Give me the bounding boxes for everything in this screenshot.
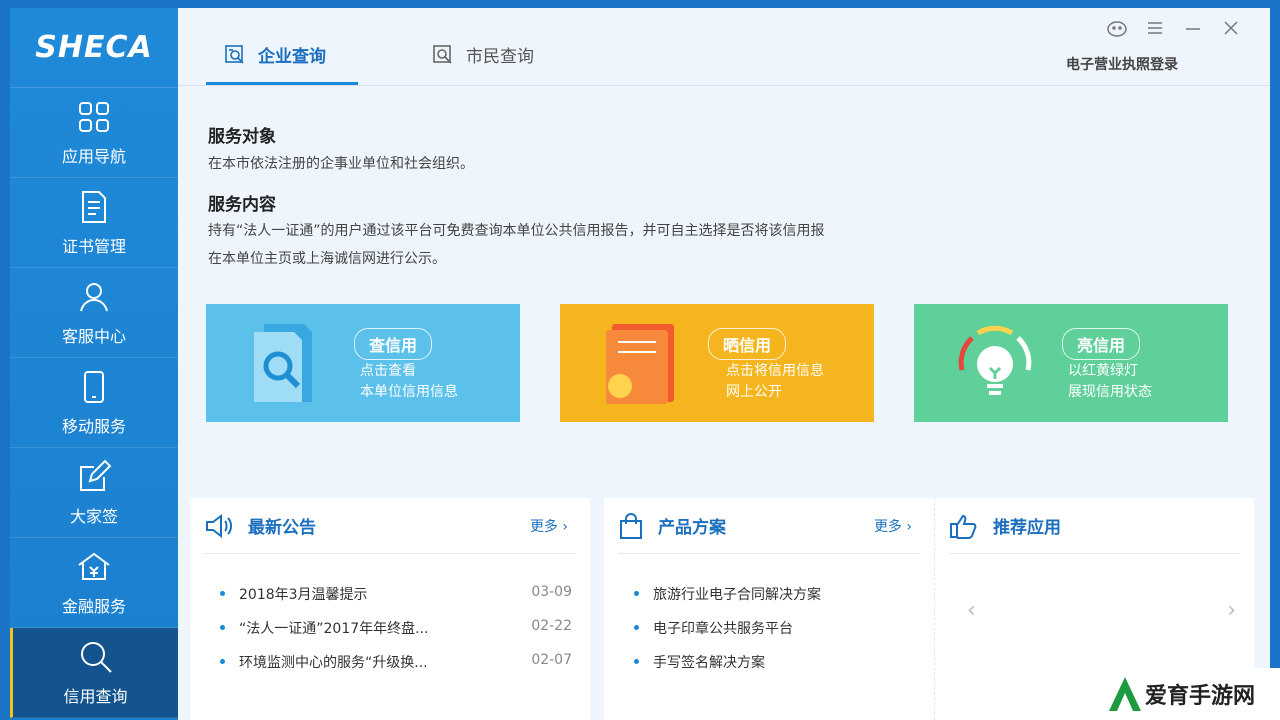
- list-item[interactable]: 电子印章公共服务平台: [634, 618, 916, 638]
- user-icon: [80, 282, 108, 311]
- speaker-icon: [206, 513, 232, 538]
- sidebar-item-label: 客服中心: [61, 326, 126, 346]
- app-window: SHECA 应用导航 证书管理 客服中心 移动服务 大家签 金融服务 信用查询: [10, 8, 1270, 720]
- window-controls: [1098, 20, 1250, 40]
- top-tab-bar: 企业查询 市民查询 电子营业执照登录: [178, 8, 1270, 86]
- search-icon: [80, 641, 112, 673]
- carousel-prev-icon[interactable]: ‹: [967, 598, 976, 623]
- sidebar-item-label: 信用查询: [63, 686, 128, 706]
- announcements-panel: 最新公告 更多 › 2018年3月温馨提示 03-09 “法人一证通”2017年年…: [190, 498, 590, 720]
- list-item[interactable]: 旅游行业电子合同解决方案: [634, 584, 916, 604]
- card-desc: 点击将信用信息: [726, 363, 824, 379]
- list-item[interactable]: “法人一证通”2017年年终盘... 02-22: [220, 618, 572, 638]
- active-tab-indicator: [206, 82, 358, 85]
- list-item[interactable]: 2018年3月温馨提示 03-09: [220, 584, 572, 604]
- bank-icon: [78, 552, 110, 580]
- card-desc: 本单位信用信息: [360, 384, 458, 400]
- card-check-credit[interactable]: 查信用 点击查看 本单位信用信息: [206, 304, 520, 422]
- notebook-sun-icon: [606, 324, 674, 404]
- card-light-credit[interactable]: 亮信用 以红黄绿灯 展现信用状态: [914, 304, 1228, 422]
- enterprise-search-icon: [225, 44, 244, 64]
- sidebar-item-sign[interactable]: 大家签: [10, 448, 178, 538]
- products-more-link[interactable]: 更多 ›: [874, 516, 912, 536]
- sidebar-item-service-center[interactable]: 客服中心: [10, 268, 178, 358]
- service-content-title: 服务内容: [208, 195, 276, 215]
- announcements-more-link[interactable]: 更多 ›: [530, 516, 568, 536]
- card-desc: 点击查看: [360, 363, 416, 379]
- service-target-title: 服务对象: [208, 127, 276, 147]
- document-search-icon: [254, 324, 312, 402]
- sidebar-item-cert-manage[interactable]: 证书管理: [10, 178, 178, 268]
- watermark-logo: 爱育手游网: [1080, 668, 1280, 720]
- card-title: 亮信用: [1062, 328, 1141, 360]
- sidebar-item-label: 移动服务: [61, 416, 126, 436]
- card-desc: 以红黄绿灯: [1068, 363, 1138, 379]
- products-panel: 产品方案 更多 › 旅游行业电子合同解决方案 电子印章公共服务平台 手写签名解决…: [604, 498, 934, 720]
- sidebar-item-finance[interactable]: 金融服务: [10, 538, 178, 628]
- card-title: 查信用: [354, 328, 433, 360]
- lightbulb-icon: [958, 325, 1032, 395]
- phone-icon: [84, 370, 104, 403]
- document-icon: [82, 190, 106, 223]
- main-content: 企业查询 市民查询 电子营业执照登录 服务对象 在本市依法注册的企事业单位和社会…: [178, 8, 1270, 720]
- edit-icon: [80, 459, 112, 491]
- watermark-a-icon: [1108, 677, 1141, 711]
- minimize-icon[interactable]: [1174, 20, 1212, 40]
- card-desc: 网上公开: [726, 384, 782, 400]
- panel-header: 产品方案 更多 ›: [618, 498, 920, 554]
- feedback-icon[interactable]: [1098, 20, 1136, 40]
- sidebar: SHECA 应用导航 证书管理 客服中心 移动服务 大家签 金融服务 信用查询: [10, 8, 178, 720]
- close-icon[interactable]: [1212, 20, 1250, 40]
- announcements-title: 最新公告: [248, 518, 316, 538]
- list-item[interactable]: 手写签名解决方案: [634, 652, 916, 672]
- sidebar-item-mobile[interactable]: 移动服务: [10, 358, 178, 448]
- sidebar-item-credit-query[interactable]: 信用查询: [10, 628, 178, 718]
- app-logo: SHECA: [10, 8, 178, 88]
- menu-icon[interactable]: [1136, 20, 1174, 40]
- card-show-credit[interactable]: 晒信用 点击将信用信息 网上公开: [560, 304, 874, 422]
- sidebar-item-label: 应用导航: [61, 146, 126, 166]
- grid-icon: [79, 101, 109, 132]
- business-license-login-link[interactable]: 电子营业执照登录: [1066, 54, 1178, 74]
- sidebar-item-label: 金融服务: [61, 596, 126, 616]
- service-content-line2: 在本单位主页或上海诚信网进行公示。: [208, 251, 446, 267]
- sidebar-item-app-nav[interactable]: 应用导航: [10, 88, 178, 178]
- service-target-text: 在本市依法注册的企事业单位和社会组织。: [208, 156, 474, 172]
- carousel-next-icon[interactable]: ›: [1227, 598, 1236, 623]
- citizen-search-icon: [433, 44, 452, 64]
- products-title: 产品方案: [658, 518, 726, 538]
- card-title: 晒信用: [708, 328, 787, 360]
- sidebar-item-label: 证书管理: [61, 236, 126, 256]
- tab-citizen-query[interactable]: 市民查询: [432, 42, 534, 67]
- shopping-bag-icon: [620, 512, 642, 539]
- thumbs-up-icon: [950, 514, 977, 539]
- tab-enterprise-query[interactable]: 企业查询: [224, 42, 326, 67]
- recommend-title: 推荐应用: [993, 518, 1061, 538]
- panel-header: 推荐应用: [949, 498, 1240, 554]
- list-item[interactable]: 环境监测中心的服务“升级换... 02-07: [220, 652, 572, 672]
- sidebar-item-label: 大家签: [69, 506, 118, 526]
- panel-header: 最新公告 更多 ›: [204, 498, 576, 554]
- service-content-line1: 持有“法人一证通”的用户通过该平台可免费查询本单位公共信用报告，并可自主选择是否…: [208, 223, 825, 239]
- card-desc: 展现信用状态: [1068, 384, 1152, 400]
